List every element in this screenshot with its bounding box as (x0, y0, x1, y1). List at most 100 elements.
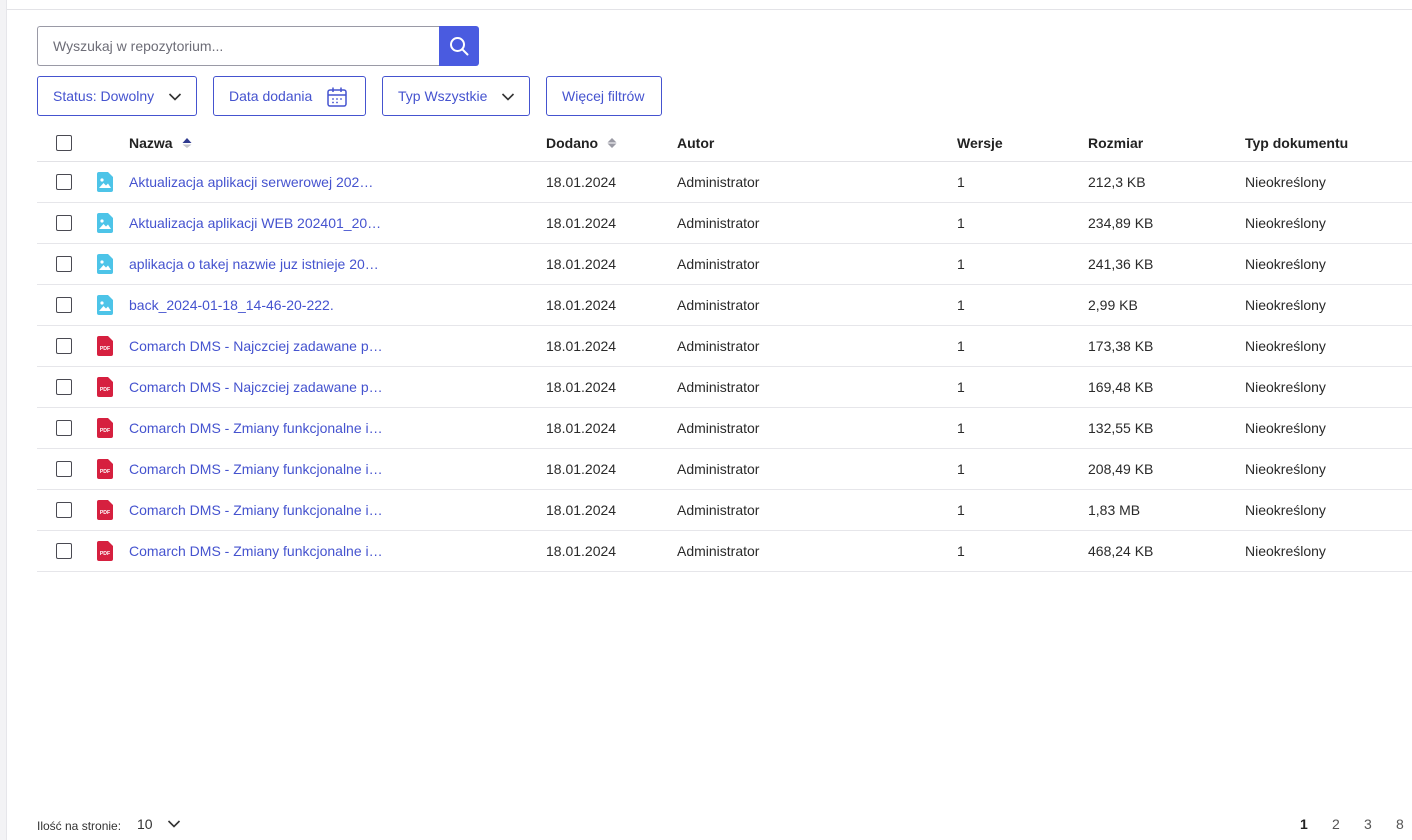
author-cell: Administrator (677, 543, 760, 559)
row-checkbox[interactable] (56, 338, 72, 354)
versions-cell: 1 (957, 256, 965, 272)
doctype-cell: Nieokreślony (1245, 502, 1326, 518)
more-filters-label: Więcej filtrów (562, 88, 645, 104)
row-checkbox[interactable] (56, 174, 72, 190)
search-input[interactable] (37, 26, 440, 66)
row-checkbox[interactable] (56, 420, 72, 436)
page-button-1[interactable]: 1 (1300, 816, 1308, 832)
date-filter-label: Data dodania (229, 88, 313, 104)
size-cell: 2,99 KB (1088, 297, 1138, 313)
table-row[interactable]: PDF Comarch DMS - Zmiany funkcjonalne i… 1… (37, 408, 1412, 449)
added-cell: 18.01.2024 (546, 461, 617, 477)
added-cell: 18.01.2024 (546, 338, 617, 354)
status-filter-label: Status: Dowolny (53, 88, 155, 104)
row-checkbox[interactable] (56, 215, 72, 231)
document-name-link[interactable]: Comarch DMS - Zmiany funkcjonalne i… (129, 543, 383, 559)
author-cell: Administrator (677, 215, 760, 231)
image-file-icon (97, 172, 113, 192)
versions-cell: 1 (957, 420, 965, 436)
table-footer: Ilość na stronie: 10 1 2 3 8 (37, 816, 1412, 836)
table-header: Nazwa Dodano Autor Wersje Rozmiar Typ do… (37, 124, 1412, 162)
column-header-size: Rozmiar (1088, 134, 1144, 151)
table-row[interactable]: aplikacja o takej nazwie juz istnieje 20… (37, 244, 1412, 285)
calendar-icon (327, 87, 347, 107)
versions-cell: 1 (957, 379, 965, 395)
table-row[interactable]: PDF Comarch DMS - Najczciej zadawane p… 18… (37, 367, 1412, 408)
chevron-down-icon (501, 93, 515, 101)
left-rail (0, 0, 7, 840)
author-cell: Administrator (677, 256, 760, 272)
table-row[interactable]: back_2024-01-18_14-46-20-222. 18.01.2024 A… (37, 285, 1412, 326)
pdf-file-icon: PDF (97, 377, 113, 397)
svg-text:PDF: PDF (100, 346, 110, 352)
table-row[interactable]: PDF Comarch DMS - Zmiany funkcjonalne i… 1… (37, 531, 1412, 572)
row-checkbox[interactable] (56, 297, 72, 313)
row-checkbox[interactable] (56, 543, 72, 559)
document-name-link[interactable]: Aktualizacja aplikacji WEB 202401_20… (129, 215, 381, 231)
document-name-link[interactable]: aplikacja o takej nazwie juz istnieje 20… (129, 256, 379, 272)
image-file-icon (97, 213, 113, 233)
doctype-cell: Nieokreślony (1245, 256, 1326, 272)
name-cell: Comarch DMS - Najczciej zadawane p… (129, 367, 383, 407)
document-name-link[interactable]: Comarch DMS - Najczciej zadawane p… (129, 338, 383, 354)
svg-text:PDF: PDF (100, 551, 110, 557)
column-header-added[interactable]: Dodano (546, 124, 617, 161)
size-cell: 241,36 KB (1088, 256, 1154, 272)
versions-cell: 1 (957, 297, 965, 313)
column-header-doctype: Typ dokumentu (1245, 134, 1349, 151)
versions-cell: 1 (957, 215, 965, 231)
column-header-versions: Wersje (957, 134, 1003, 151)
document-name-link[interactable]: Comarch DMS - Zmiany funkcjonalne i… (129, 461, 383, 477)
table-body: Aktualizacja aplikacji serwerowej 202… 18… (37, 162, 1412, 572)
doctype-cell: Nieokreślony (1245, 379, 1326, 395)
search-icon (450, 37, 469, 56)
versions-cell: 1 (957, 502, 965, 518)
document-name-link[interactable]: back_2024-01-18_14-46-20-222. (129, 297, 334, 313)
document-name-link[interactable]: Aktualizacja aplikacji serwerowej 202… (129, 174, 373, 190)
table-row[interactable]: PDF Comarch DMS - Zmiany funkcjonalne i… 1… (37, 449, 1412, 490)
image-file-icon (97, 254, 113, 274)
added-cell: 18.01.2024 (546, 502, 617, 518)
table-row[interactable]: PDF Comarch DMS - Najczciej zadawane p… 18… (37, 326, 1412, 367)
column-header-name[interactable]: Nazwa (129, 124, 192, 161)
table-row[interactable]: Aktualizacja aplikacji serwerowej 202… 18… (37, 162, 1412, 203)
document-name-link[interactable]: Comarch DMS - Najczciej zadawane p… (129, 379, 383, 395)
doctype-cell: Nieokreślony (1245, 543, 1326, 559)
row-checkbox[interactable] (56, 502, 72, 518)
size-cell: 1,83 MB (1088, 502, 1141, 518)
document-name-link[interactable]: Comarch DMS - Zmiany funkcjonalne i… (129, 502, 383, 518)
svg-text:PDF: PDF (100, 469, 110, 475)
page-button-3[interactable]: 3 (1364, 816, 1372, 832)
table-row[interactable]: Aktualizacja aplikacji WEB 202401_20… 18.… (37, 203, 1412, 244)
size-cell: 173,38 KB (1088, 338, 1154, 354)
added-cell: 18.01.2024 (546, 420, 617, 436)
author-cell: Administrator (677, 379, 760, 395)
document-name-link[interactable]: Comarch DMS - Zmiany funkcjonalne i… (129, 420, 383, 436)
name-cell: Comarch DMS - Zmiany funkcjonalne i… (129, 531, 383, 571)
pdf-file-icon: PDF (97, 500, 113, 520)
size-cell: 132,55 KB (1088, 420, 1154, 436)
page-button-2[interactable]: 2 (1332, 816, 1340, 832)
pdf-file-icon: PDF (97, 336, 113, 356)
documents-table: Nazwa Dodano Autor Wersje Rozmiar Typ do… (37, 124, 1412, 572)
repository-search (37, 26, 479, 66)
pdf-file-icon: PDF (97, 459, 113, 479)
page-button-8[interactable]: 8 (1396, 816, 1404, 832)
author-cell: Administrator (677, 420, 760, 436)
type-filter-dropdown[interactable]: Typ Wszystkie (382, 76, 530, 116)
status-filter-dropdown[interactable]: Status: Dowolny (37, 76, 197, 116)
sort-asc-icon (182, 137, 192, 148)
row-checkbox[interactable] (56, 379, 72, 395)
select-all-checkbox[interactable] (56, 134, 72, 151)
row-checkbox[interactable] (56, 461, 72, 477)
table-row[interactable]: PDF Comarch DMS - Zmiany funkcjonalne i… 1… (37, 490, 1412, 531)
name-cell: back_2024-01-18_14-46-20-222. (129, 285, 334, 325)
more-filters-button[interactable]: Więcej filtrów (546, 76, 662, 116)
sort-icon (607, 137, 617, 148)
name-cell: aplikacja o takej nazwie juz istnieje 20… (129, 244, 379, 284)
search-button[interactable] (439, 26, 479, 66)
per-page-select[interactable]: 10 (137, 816, 181, 832)
per-page-value: 10 (137, 816, 153, 832)
date-added-filter[interactable]: Data dodania (213, 76, 366, 116)
row-checkbox[interactable] (56, 256, 72, 272)
